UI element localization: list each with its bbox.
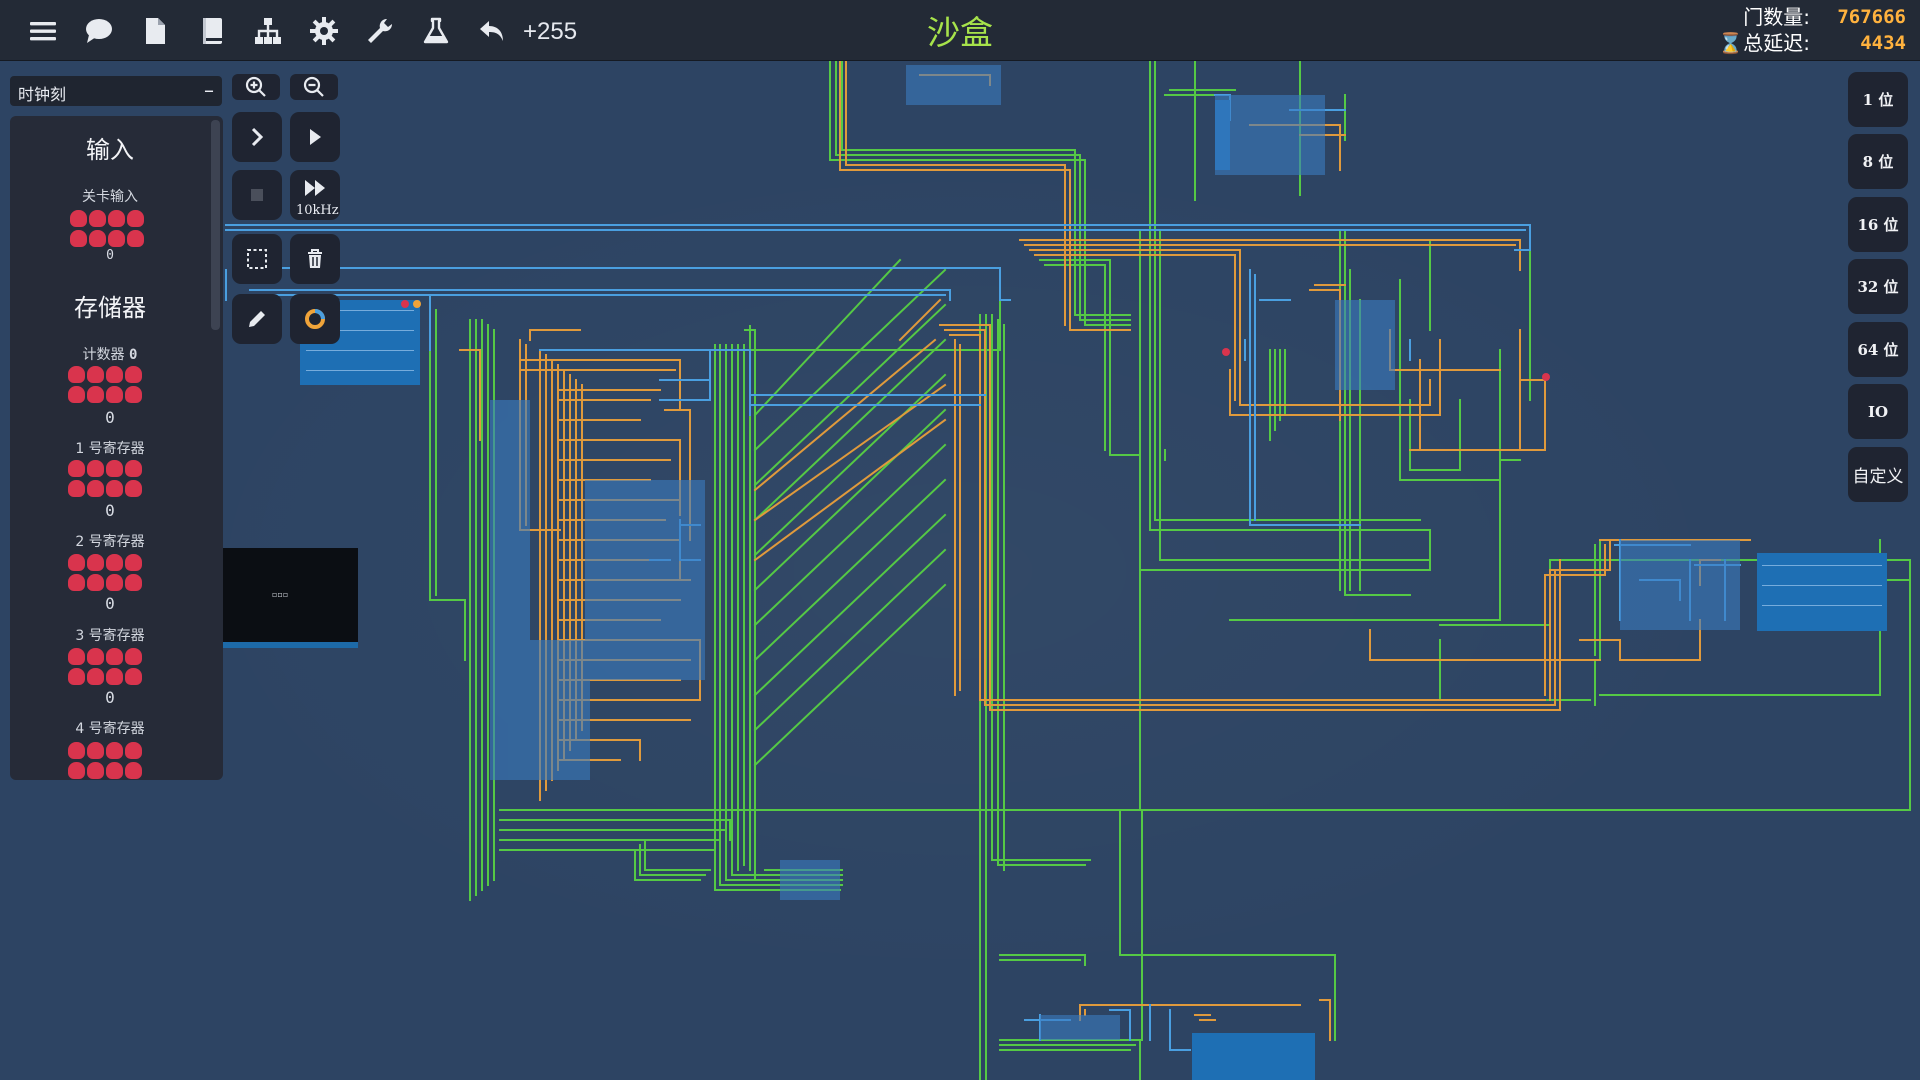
total-delay-value: 4434 (1860, 32, 1906, 54)
color-button[interactable] (290, 294, 340, 344)
palette-io[interactable]: IO (1848, 384, 1908, 439)
fast-forward-icon (305, 180, 325, 196)
trash-icon (308, 249, 322, 268)
speed-label: 10kHz (296, 203, 339, 218)
select-button[interactable] (232, 234, 282, 284)
register-4-component[interactable] (68, 742, 144, 780)
total-delay-label: ⌛总延迟: (1718, 31, 1810, 55)
marquee-select-icon (247, 249, 267, 269)
hierarchy-icon[interactable] (249, 12, 287, 50)
palette-64-bit[interactable]: 64 位 (1848, 322, 1908, 377)
section-title-storage: 存储器 (74, 294, 146, 322)
level-input-label: 关卡输入 (82, 189, 138, 205)
register-2-component[interactable] (68, 554, 144, 596)
display-strip (222, 642, 358, 648)
color-ring-icon (305, 309, 325, 329)
display-caption: ▫▫▫ (272, 590, 289, 599)
level-input-component[interactable] (70, 210, 146, 252)
gate-count-label: 门数量: (1743, 5, 1810, 29)
zoom-in-icon (245, 76, 266, 97)
register-2-label: 2 号寄存器 (75, 534, 145, 550)
hourglass-icon: ⌛ (1718, 31, 1744, 55)
page-title: 沙盒 (927, 13, 993, 52)
register-3-value: 0 (105, 688, 115, 707)
undo-icon[interactable] (473, 12, 511, 50)
counter-value: 0 (105, 408, 115, 427)
component-panel[interactable]: 输入 关卡输入 0 存储器 计数器 0 0 1 号寄存器 0 2 号寄存器 0 … (10, 116, 223, 780)
register-3-label: 3 号寄存器 (75, 628, 145, 644)
chat-icon[interactable] (80, 12, 118, 50)
counter-label: 计数器 0 (82, 347, 138, 363)
play-icon (310, 129, 321, 145)
pencil-button[interactable] (232, 294, 282, 344)
zoom-in-button[interactable] (232, 74, 280, 100)
gear-icon[interactable] (305, 12, 343, 50)
register-3-component[interactable] (68, 648, 144, 690)
circuit-board[interactable]: ▫▫▫ (0, 61, 1920, 1080)
undo-count: +255 (523, 18, 578, 45)
zoom-out-button[interactable] (290, 74, 338, 100)
circuit-stats: 门数量: 767666 ⌛总延迟: 4434 (1686, 4, 1906, 56)
register-1-value: 0 (105, 501, 115, 520)
step-icon (251, 127, 264, 147)
book-icon[interactable] (193, 12, 231, 50)
output-display-component[interactable]: ▫▫▫ (222, 548, 358, 648)
step-button[interactable] (232, 112, 282, 162)
counter-component[interactable] (68, 366, 144, 408)
palette-16-bit[interactable]: 16 位 (1848, 197, 1908, 252)
level-input-value: 0 (106, 248, 114, 263)
palette-custom[interactable]: 自定义 (1848, 447, 1908, 502)
clock-mode-value: 时钟刻 (18, 85, 67, 104)
register-4-label: 4 号寄存器 (75, 721, 145, 737)
zoom-out-icon (303, 76, 324, 97)
stop-icon (251, 189, 263, 201)
file-icon[interactable] (136, 12, 174, 50)
clock-mode-select[interactable]: 时钟刻 – (10, 76, 222, 106)
gate-count-value: 767666 (1837, 6, 1906, 28)
flask-icon[interactable] (417, 12, 455, 50)
section-title-input: 输入 (86, 136, 134, 164)
menu-icon[interactable] (24, 12, 62, 50)
wrench-icon[interactable] (361, 12, 399, 50)
stop-button[interactable] (232, 170, 282, 220)
top-bar: +255 沙盒 门数量: 767666 ⌛总延迟: 4434 (0, 0, 1920, 61)
delete-button[interactable] (290, 234, 340, 284)
palette-1-bit[interactable]: 1 位 (1848, 72, 1908, 127)
panel-scrollbar[interactable] (211, 120, 220, 330)
collapse-icon[interactable]: – (204, 78, 214, 102)
palette-32-bit[interactable]: 32 位 (1848, 259, 1908, 314)
run-button[interactable] (290, 112, 340, 162)
pencil-icon (249, 311, 265, 327)
palette-8-bit[interactable]: 8 位 (1848, 134, 1908, 189)
register-1-component[interactable] (68, 460, 144, 502)
register-2-value: 0 (105, 594, 115, 613)
register-1-label: 1 号寄存器 (75, 441, 145, 457)
